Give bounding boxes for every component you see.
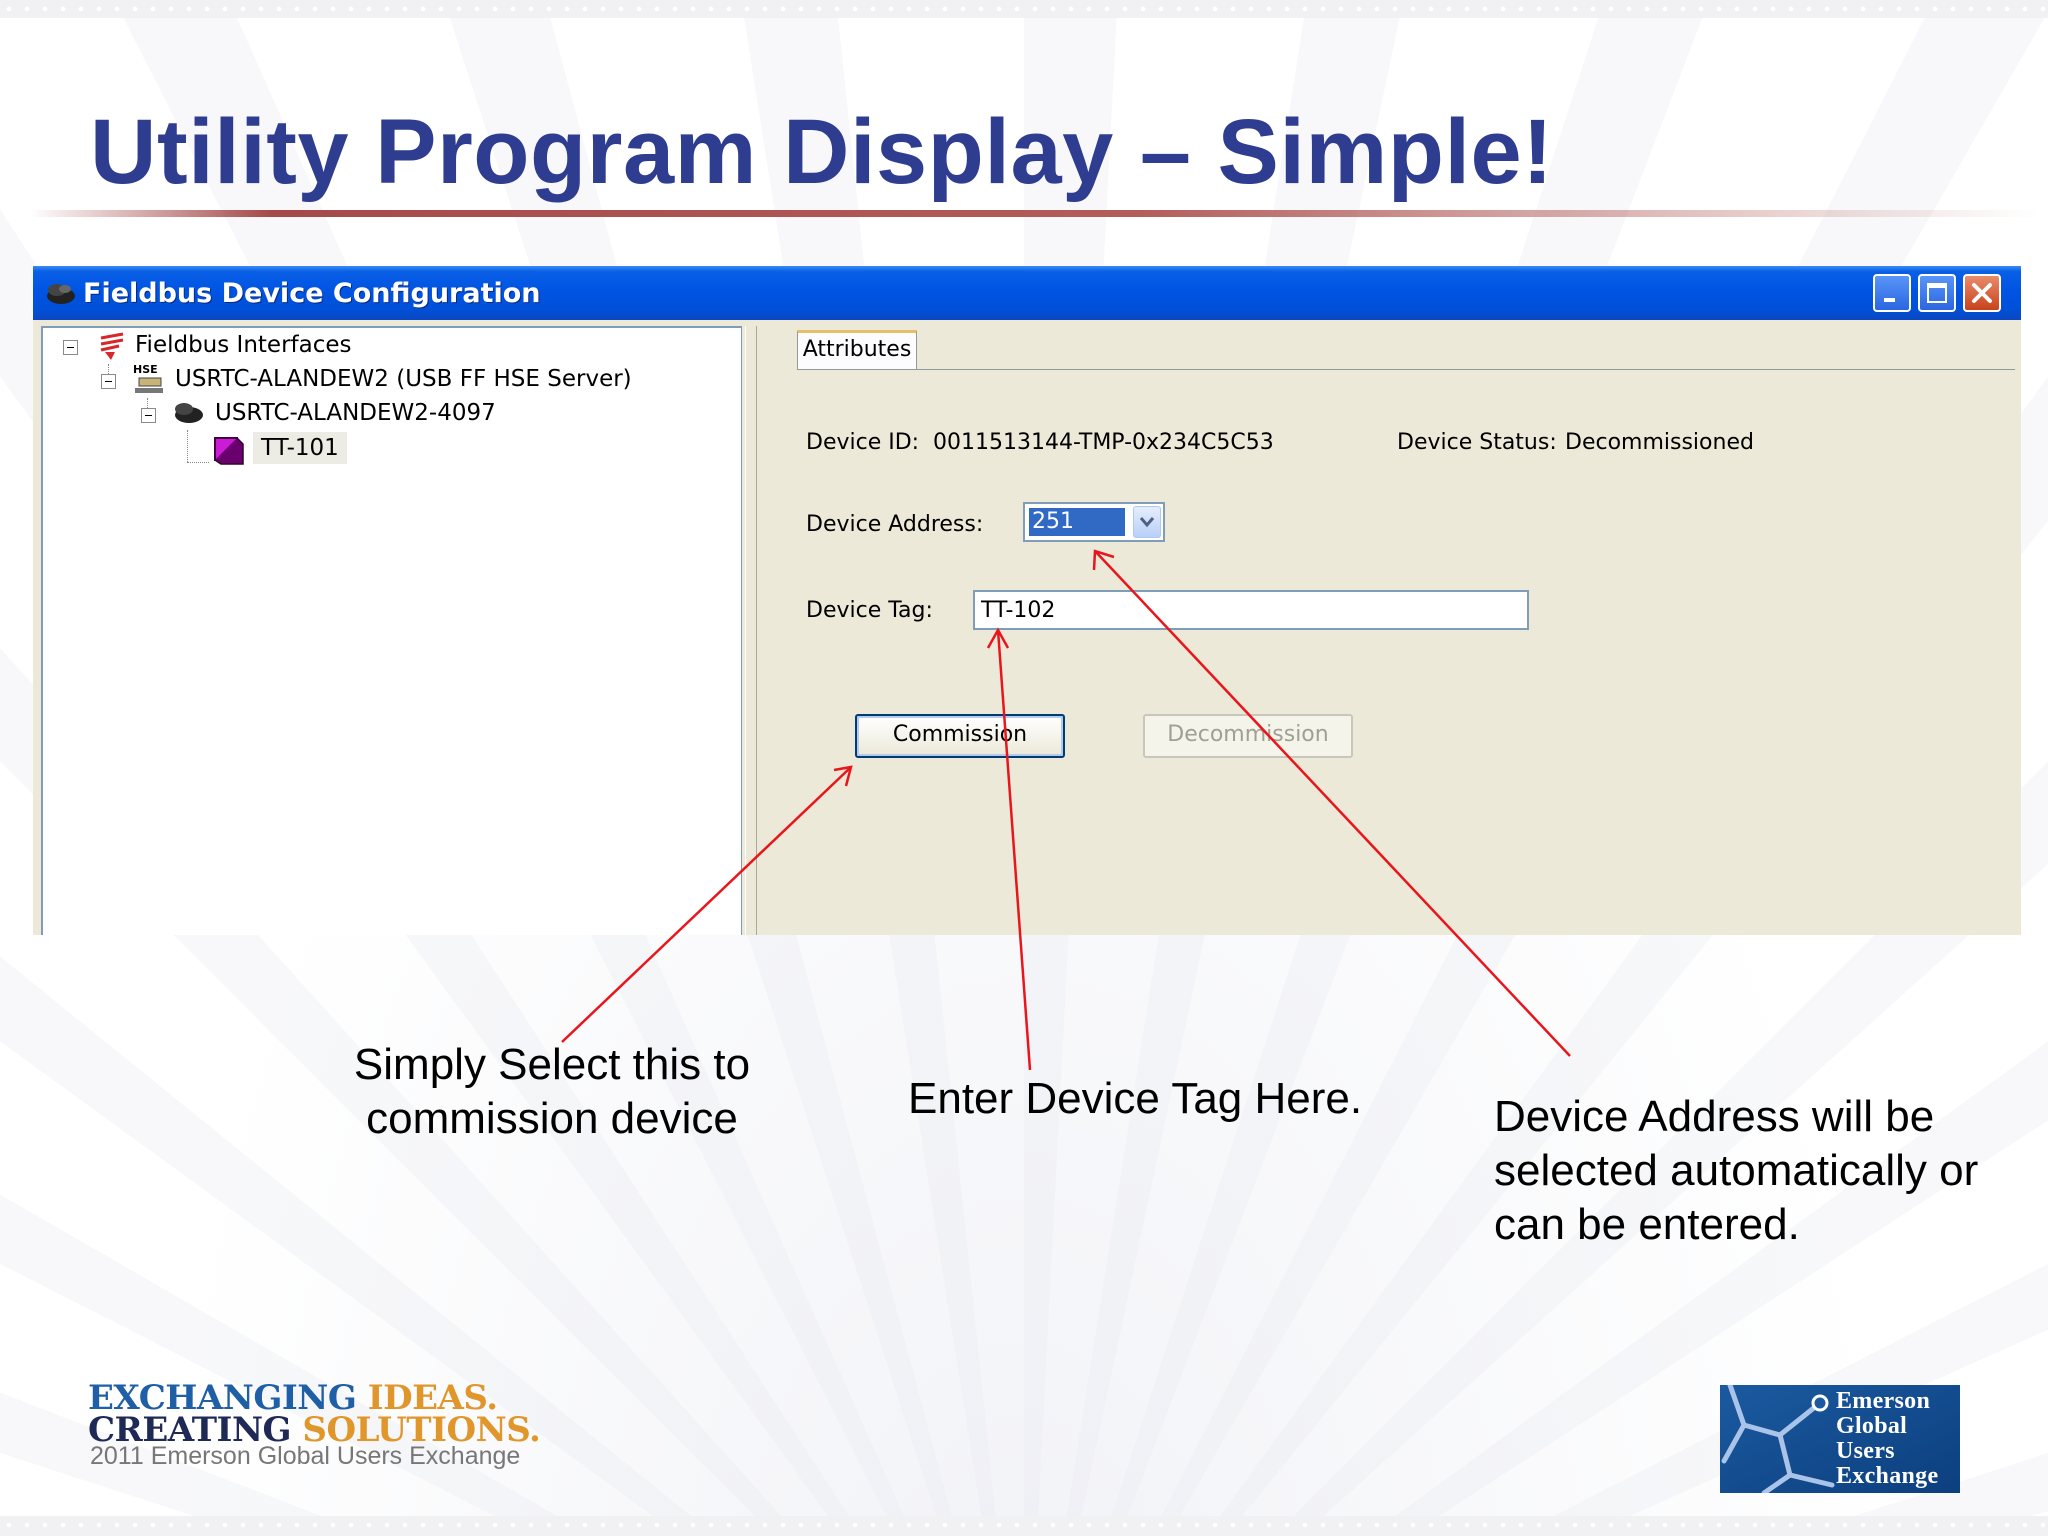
maximize-button[interactable]	[1918, 274, 1956, 312]
maximize-icon	[1927, 283, 1947, 303]
hse-server-icon: HSE	[133, 363, 163, 393]
minimize-button[interactable]	[1873, 274, 1911, 312]
device-tree[interactable]: Fieldbus Interfaces HSE USRTC-ALANDEW2 (…	[41, 326, 742, 935]
fieldbus-config-window: Fieldbus Device Configuration Fieldbus I…	[33, 266, 2021, 935]
collapse-fieldbus-port[interactable]	[141, 408, 156, 423]
device-address-label: Device Address:	[806, 512, 984, 537]
device-cube-icon	[214, 437, 244, 465]
logo-word-exchange: Exchange	[1836, 1463, 1939, 1489]
annotation-address-line1: Device Address will be	[1494, 1092, 1935, 1141]
device-status-value: Decommissioned	[1565, 430, 1754, 455]
fieldbus-device-icon	[47, 284, 75, 304]
exchanging-ideas-logo: EXCHANGING IDEAS. CREATING SOLUTIONS. 20…	[88, 1378, 608, 1478]
device-tag-label: Device Tag:	[806, 598, 933, 623]
tree-item-fieldbus-interfaces[interactable]: Fieldbus Interfaces	[135, 330, 352, 360]
logo-word-global: Global	[1836, 1413, 1908, 1439]
fieldbus-port-icon	[175, 403, 203, 423]
chevron-down-icon	[1139, 517, 1155, 528]
emerson-global-users-exchange-logo: Emerson Global Users Exchange	[1720, 1385, 1960, 1493]
collapse-hse-server[interactable]	[101, 374, 116, 389]
tree-item-device-tt101[interactable]: TT-101	[253, 432, 347, 464]
top-dot-band	[0, 0, 2048, 18]
device-status-label: Device Status:	[1397, 430, 1557, 455]
network-graph-icon	[1721, 1385, 1835, 1493]
logo-word-users: Users	[1836, 1438, 1895, 1464]
title-divider	[30, 210, 2040, 217]
attributes-panel: Attributes Device ID: 0011513144-TMP-0x2…	[761, 322, 2015, 935]
tree-connector	[187, 430, 188, 462]
fieldbus-interfaces-icon	[100, 332, 124, 360]
device-address-dropdown-button[interactable]	[1133, 506, 1161, 538]
device-address-value[interactable]: 251	[1029, 508, 1125, 536]
decommission-button: Decommission	[1143, 714, 1353, 758]
pane-splitter[interactable]	[745, 326, 757, 935]
annotation-device-tag: Enter Device Tag Here.	[908, 1074, 1363, 1123]
slide-title: Utility Program Display – Simple!	[90, 101, 1554, 203]
tree-connector	[187, 462, 209, 463]
close-icon	[1972, 283, 1992, 303]
logo-word-emerson: Emerson	[1836, 1388, 1931, 1414]
collapse-fieldbus-interfaces[interactable]	[63, 340, 78, 355]
commission-button[interactable]: Commission	[855, 714, 1065, 758]
minimize-icon	[1884, 298, 1895, 302]
device-tag-input[interactable]	[973, 590, 1529, 630]
tree-item-hse-server[interactable]: USRTC-ALANDEW2 (USB FF HSE Server)	[175, 364, 632, 394]
device-address-combo[interactable]: 251	[1023, 502, 1165, 542]
device-id-value: 0011513144-TMP-0x234C5C53	[933, 430, 1274, 455]
tree-item-fieldbus-port[interactable]: USRTC-ALANDEW2-4097	[215, 398, 496, 428]
hse-badge: HSE	[133, 363, 158, 376]
tab-attributes[interactable]: Attributes	[797, 330, 917, 370]
bottom-dot-band	[0, 1516, 2048, 1536]
close-button[interactable]	[1963, 274, 2001, 312]
annotation-commission-line2: commission device	[366, 1094, 738, 1143]
window-titlebar[interactable]: Fieldbus Device Configuration	[33, 266, 2021, 320]
annotation-device-address: Device Address will be selected automati…	[1494, 1090, 1978, 1252]
tab-border	[797, 369, 2015, 370]
annotation-address-line3: can be entered.	[1494, 1200, 1800, 1249]
annotation-commission-line1: Simply Select this to	[353, 1040, 751, 1089]
annotation-commission: Simply Select this to commission device	[346, 1038, 758, 1146]
window-title: Fieldbus Device Configuration	[83, 278, 541, 309]
logo-subtitle: 2011 Emerson Global Users Exchange	[90, 1442, 521, 1470]
device-id-label: Device ID:	[806, 430, 920, 455]
annotation-address-line2: selected automatically or	[1494, 1146, 1979, 1195]
